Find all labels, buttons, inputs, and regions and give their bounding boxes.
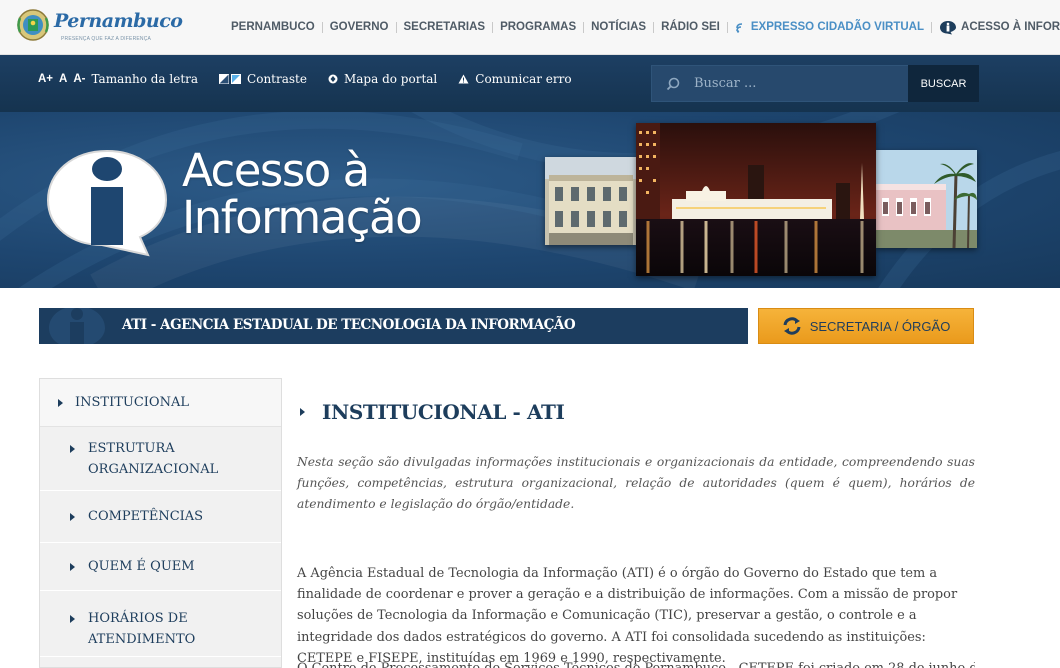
city-night-photo-graphic bbox=[636, 123, 876, 276]
theatre-photo-graphic bbox=[876, 150, 977, 248]
font-size-label: Tamanho da letra bbox=[91, 72, 199, 86]
body-paragraph: A Agência Estadual de Tecnologia da Info… bbox=[297, 566, 958, 666]
sidebar-item-estrutura[interactable]: ESTRUTURA ORGANIZACIONAL bbox=[40, 427, 281, 491]
sitemap-link[interactable]: Mapa do portal bbox=[328, 72, 437, 86]
building-photo bbox=[545, 157, 637, 245]
font-increase-button[interactable]: A+ bbox=[38, 73, 53, 85]
banner-title-line2: Informação bbox=[182, 191, 423, 244]
theatre-photo bbox=[876, 150, 977, 248]
menu-item-programas[interactable]: PROGRAMAS bbox=[493, 21, 583, 33]
banner-title-line1: Acesso à bbox=[182, 144, 370, 197]
menu-item-radio-sei[interactable]: RÁDIO SEI bbox=[654, 21, 727, 33]
secretaria-button-label: SECRETARIA / ÓRGÃO bbox=[809, 318, 951, 334]
section-intro: Nesta seção são divulgadas informações i… bbox=[297, 455, 975, 511]
main-menu: PERNAMBUCO GOVERNO SECRETARIAS PROGRAMAS… bbox=[224, 19, 1060, 35]
menu-item-pernambuco[interactable]: PERNAMBUCO bbox=[224, 21, 322, 33]
search-input[interactable] bbox=[694, 76, 884, 91]
state-crest-icon bbox=[17, 9, 49, 41]
sidebar-item-quem-e-quem[interactable]: QUEM É QUEM bbox=[40, 543, 281, 591]
chevron-right-icon bbox=[70, 615, 75, 623]
agency-title-bar: ATI - AGENCIA ESTADUAL DE TECNOLOGIA DA … bbox=[39, 308, 748, 344]
menu-item-noticias[interactable]: NOTÍCIAS bbox=[584, 21, 653, 33]
warning-icon bbox=[458, 74, 469, 84]
accessibility-tools: A+ A A- Tamanho da letra Contraste Mapa … bbox=[38, 72, 593, 86]
logo-slogan: PRESENÇA QUE FAZ A DIFERENÇA bbox=[61, 36, 152, 42]
search-button[interactable]: BUSCAR bbox=[908, 65, 979, 102]
report-error-link[interactable]: Comunicar erro bbox=[458, 72, 572, 86]
menu-item-label: EXPRESSO CIDADÃO VIRTUAL bbox=[750, 21, 925, 33]
contrast-label: Contraste bbox=[247, 72, 307, 86]
accessibility-toolbar: A+ A A- Tamanho da letra Contraste Mapa … bbox=[0, 55, 1060, 112]
sidebar-item-horarios[interactable]: HORÁRIOS DE ATENDIMENTO bbox=[40, 591, 281, 657]
menu-item-governo[interactable]: GOVERNO bbox=[323, 21, 396, 33]
chevron-right-icon bbox=[300, 408, 305, 416]
page-title-text: INSTITUCIONAL - ATI bbox=[322, 400, 565, 424]
contrast-icon bbox=[219, 74, 242, 84]
banner-title: Acesso à Informação bbox=[182, 144, 423, 244]
information-logo-icon bbox=[46, 149, 168, 257]
chevron-right-icon bbox=[70, 563, 75, 571]
pernambuco-logo[interactable]: Pernambuco PRESENÇA QUE FAZ A DIFERENÇA bbox=[16, 6, 183, 46]
search-icon bbox=[666, 77, 680, 90]
sidebar-item-label: ATENDIMENTO bbox=[88, 632, 196, 647]
chevron-right-icon bbox=[70, 445, 75, 453]
logo-text: Pernambuco bbox=[54, 10, 183, 32]
sidebar-item-label: ESTRUTURA bbox=[88, 441, 175, 456]
font-decrease-button[interactable]: A- bbox=[73, 73, 85, 85]
info-icon bbox=[940, 20, 957, 34]
sitemap-label: Mapa do portal bbox=[343, 72, 438, 86]
body-paragraph-continued: O Centro de Processamento de Serviços Té… bbox=[297, 658, 975, 668]
city-night-photo bbox=[636, 123, 876, 276]
sidebar-item-label: INSTITUCIONAL bbox=[75, 395, 189, 410]
menu-item-acesso-informacao[interactable]: ACESSO À INFORMAÇÃO bbox=[932, 20, 1060, 35]
sidebar-item-label: COMPETÊNCIAS bbox=[88, 509, 204, 524]
agency-title: ATI - AGENCIA ESTADUAL DE TECNOLOGIA DA … bbox=[122, 317, 576, 333]
menu-item-label: ACESSO À INFORMAÇÃO bbox=[961, 21, 1060, 33]
menu-item-secretarias[interactable]: SECRETARIAS bbox=[397, 21, 493, 33]
sidebar-item-label: QUEM É QUEM bbox=[88, 559, 195, 574]
search-box bbox=[651, 65, 909, 102]
top-navigation: Pernambuco PRESENÇA QUE FAZ A DIFERENÇA … bbox=[0, 0, 1060, 55]
sitemap-icon bbox=[328, 74, 338, 84]
secretaria-orgao-button[interactable]: SECRETARIA / ÓRGÃO bbox=[758, 308, 974, 344]
chevron-right-icon bbox=[58, 398, 63, 407]
page-title: INSTITUCIONAL - ATI bbox=[300, 400, 565, 424]
contrast-toggle[interactable]: Contraste bbox=[219, 72, 307, 86]
sidebar-item-label: HORÁRIOS DE bbox=[88, 611, 188, 626]
hero-banner: Acesso à Informação bbox=[0, 112, 1060, 288]
sidebar-item-institucional[interactable]: INSTITUCIONAL bbox=[40, 379, 281, 427]
sidebar-menu: INSTITUCIONAL ESTRUTURA ORGANIZACIONAL C… bbox=[39, 378, 282, 668]
menu-item-expresso-cidadao[interactable]: EXPRESSO CIDADÃO VIRTUAL bbox=[728, 21, 931, 33]
report-error-label: Comunicar erro bbox=[475, 72, 572, 86]
agency-watermark-icon bbox=[49, 308, 105, 344]
refresh-icon bbox=[783, 317, 801, 335]
font-size-controls: A+ A A- Tamanho da letra bbox=[38, 72, 198, 86]
sidebar-item-label: ORGANIZACIONAL bbox=[88, 462, 219, 477]
chevron-right-icon bbox=[70, 513, 75, 521]
sidebar-item-competencias[interactable]: COMPETÊNCIAS bbox=[40, 491, 281, 543]
building-photo-graphic bbox=[545, 157, 637, 245]
font-default-button[interactable]: A bbox=[59, 73, 67, 85]
wifi-icon bbox=[736, 22, 742, 33]
